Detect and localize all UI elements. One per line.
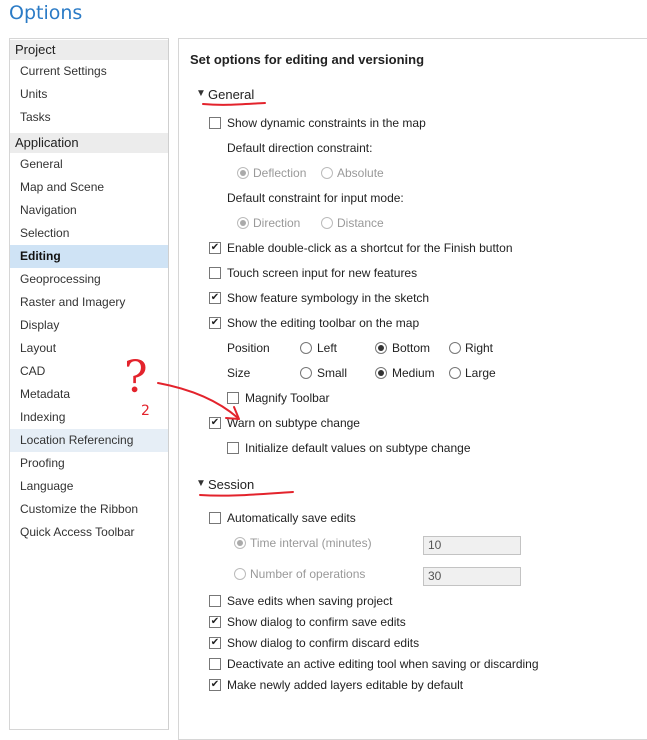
confirm-discard-checkbox[interactable]: ✔ xyxy=(209,637,221,649)
auto-save-label[interactable]: Automatically save edits xyxy=(227,511,356,525)
nav-item-layout[interactable]: Layout xyxy=(10,337,168,360)
deactivate-tool-label[interactable]: Deactivate an active editing tool when s… xyxy=(227,657,539,671)
double-click-finish-label[interactable]: Enable double-click as a shortcut for th… xyxy=(227,241,513,255)
nav-item-geoprocessing[interactable]: Geoprocessing xyxy=(10,268,168,291)
section-general-title[interactable]: General xyxy=(208,87,254,102)
magnify-toolbar-checkbox[interactable] xyxy=(227,392,239,404)
position-left-radio[interactable] xyxy=(300,342,312,354)
nav-item-proofing[interactable]: Proofing xyxy=(10,452,168,475)
position-right-label[interactable]: Right xyxy=(465,341,493,355)
chevron-down-icon[interactable]: ▼ xyxy=(196,88,206,99)
section-session-title[interactable]: Session xyxy=(208,477,254,492)
editing-options-panel: Set options for editing and versioning ▼… xyxy=(178,38,647,740)
position-bottom-radio[interactable] xyxy=(375,342,387,354)
editing-toolbar-checkbox[interactable]: ✔ xyxy=(209,317,221,329)
nav-item-selection[interactable]: Selection xyxy=(10,222,168,245)
auto-save-checkbox[interactable] xyxy=(209,512,221,524)
time-interval-label: Time interval (minutes) xyxy=(250,536,372,550)
direction-label: Direction xyxy=(253,216,301,230)
panel-heading: Set options for editing and versioning xyxy=(190,52,425,67)
absolute-radio xyxy=(321,167,333,179)
nav-item-language[interactable]: Language xyxy=(10,475,168,498)
nav-item-editing[interactable]: Editing xyxy=(10,245,168,268)
confirm-save-checkbox[interactable]: ✔ xyxy=(209,616,221,628)
feature-symbology-checkbox[interactable]: ✔ xyxy=(209,292,221,304)
nav-item-units[interactable]: Units xyxy=(10,83,168,106)
warn-subtype-checkbox[interactable]: ✔ xyxy=(209,417,221,429)
touch-input-label[interactable]: Touch screen input for new features xyxy=(227,266,417,280)
show-dynamic-constraints-checkbox[interactable] xyxy=(209,117,221,129)
nav-item-display[interactable]: Display xyxy=(10,314,168,337)
num-operations-radio xyxy=(234,568,246,580)
size-large-radio[interactable] xyxy=(449,367,461,379)
nav-item-general[interactable]: General xyxy=(10,153,168,176)
position-bottom-label[interactable]: Bottom xyxy=(392,341,430,355)
editable-layers-label[interactable]: Make newly added layers editable by defa… xyxy=(227,678,463,692)
nav-item-customize-ribbon[interactable]: Customize the Ribbon xyxy=(10,498,168,521)
num-operations-label: Number of operations xyxy=(250,567,366,581)
init-defaults-label[interactable]: Initialize default values on subtype cha… xyxy=(245,441,471,455)
editable-layers-checkbox[interactable]: ✔ xyxy=(209,679,221,691)
nav-item-quick-access-toolbar[interactable]: Quick Access Toolbar xyxy=(10,521,168,544)
size-medium-label[interactable]: Medium xyxy=(392,366,435,380)
feature-symbology-label[interactable]: Show feature symbology in the sketch xyxy=(227,291,429,305)
time-interval-radio xyxy=(234,537,246,549)
nav-item-raster-and-imagery[interactable]: Raster and Imagery xyxy=(10,291,168,314)
save-with-project-checkbox[interactable] xyxy=(209,595,221,607)
touch-input-checkbox[interactable] xyxy=(209,267,221,279)
warn-subtype-label[interactable]: Warn on subtype change xyxy=(227,416,360,430)
position-left-label[interactable]: Left xyxy=(317,341,337,355)
size-small-radio[interactable] xyxy=(300,367,312,379)
options-sidebar: Project Current Settings Units Tasks App… xyxy=(9,38,169,730)
position-label: Position xyxy=(227,341,270,355)
direction-constraint-label: Default direction constraint: xyxy=(227,141,373,155)
deflection-radio xyxy=(237,167,249,179)
nav-group-application: Application xyxy=(10,133,168,153)
size-label: Size xyxy=(227,366,251,380)
nav-item-navigation[interactable]: Navigation xyxy=(10,199,168,222)
magnify-toolbar-label[interactable]: Magnify Toolbar xyxy=(245,391,330,405)
nav-item-current-settings[interactable]: Current Settings xyxy=(10,60,168,83)
nav-item-map-and-scene[interactable]: Map and Scene xyxy=(10,176,168,199)
distance-radio xyxy=(321,217,333,229)
deactivate-tool-checkbox[interactable] xyxy=(209,658,221,670)
save-with-project-label[interactable]: Save edits when saving project xyxy=(227,594,392,608)
num-operations-field: 30 xyxy=(423,567,521,586)
confirm-save-label[interactable]: Show dialog to confirm save edits xyxy=(227,615,406,629)
direction-radio xyxy=(237,217,249,229)
nav-item-metadata[interactable]: Metadata xyxy=(10,383,168,406)
nav-item-cad[interactable]: CAD xyxy=(10,360,168,383)
position-right-radio[interactable] xyxy=(449,342,461,354)
size-medium-radio[interactable] xyxy=(375,367,387,379)
input-constraint-label: Default constraint for input mode: xyxy=(227,191,404,205)
double-click-finish-checkbox[interactable]: ✔ xyxy=(209,242,221,254)
editing-toolbar-label[interactable]: Show the editing toolbar on the map xyxy=(227,316,419,330)
nav-group-project: Project xyxy=(10,40,168,60)
chevron-down-icon[interactable]: ▼ xyxy=(196,478,206,489)
nav-item-indexing[interactable]: Indexing xyxy=(10,406,168,429)
size-small-label[interactable]: Small xyxy=(317,366,347,380)
nav-item-tasks[interactable]: Tasks xyxy=(10,106,168,129)
show-dynamic-constraints-label[interactable]: Show dynamic constraints in the map xyxy=(227,116,426,130)
nav-item-location-referencing[interactable]: Location Referencing xyxy=(10,429,168,452)
confirm-discard-label[interactable]: Show dialog to confirm discard edits xyxy=(227,636,419,650)
window-title: Options xyxy=(9,2,83,24)
absolute-label: Absolute xyxy=(337,166,384,180)
time-interval-field: 10 xyxy=(423,536,521,555)
init-defaults-checkbox[interactable] xyxy=(227,442,239,454)
distance-label: Distance xyxy=(337,216,384,230)
size-large-label[interactable]: Large xyxy=(465,366,496,380)
deflection-label: Deflection xyxy=(253,166,307,180)
